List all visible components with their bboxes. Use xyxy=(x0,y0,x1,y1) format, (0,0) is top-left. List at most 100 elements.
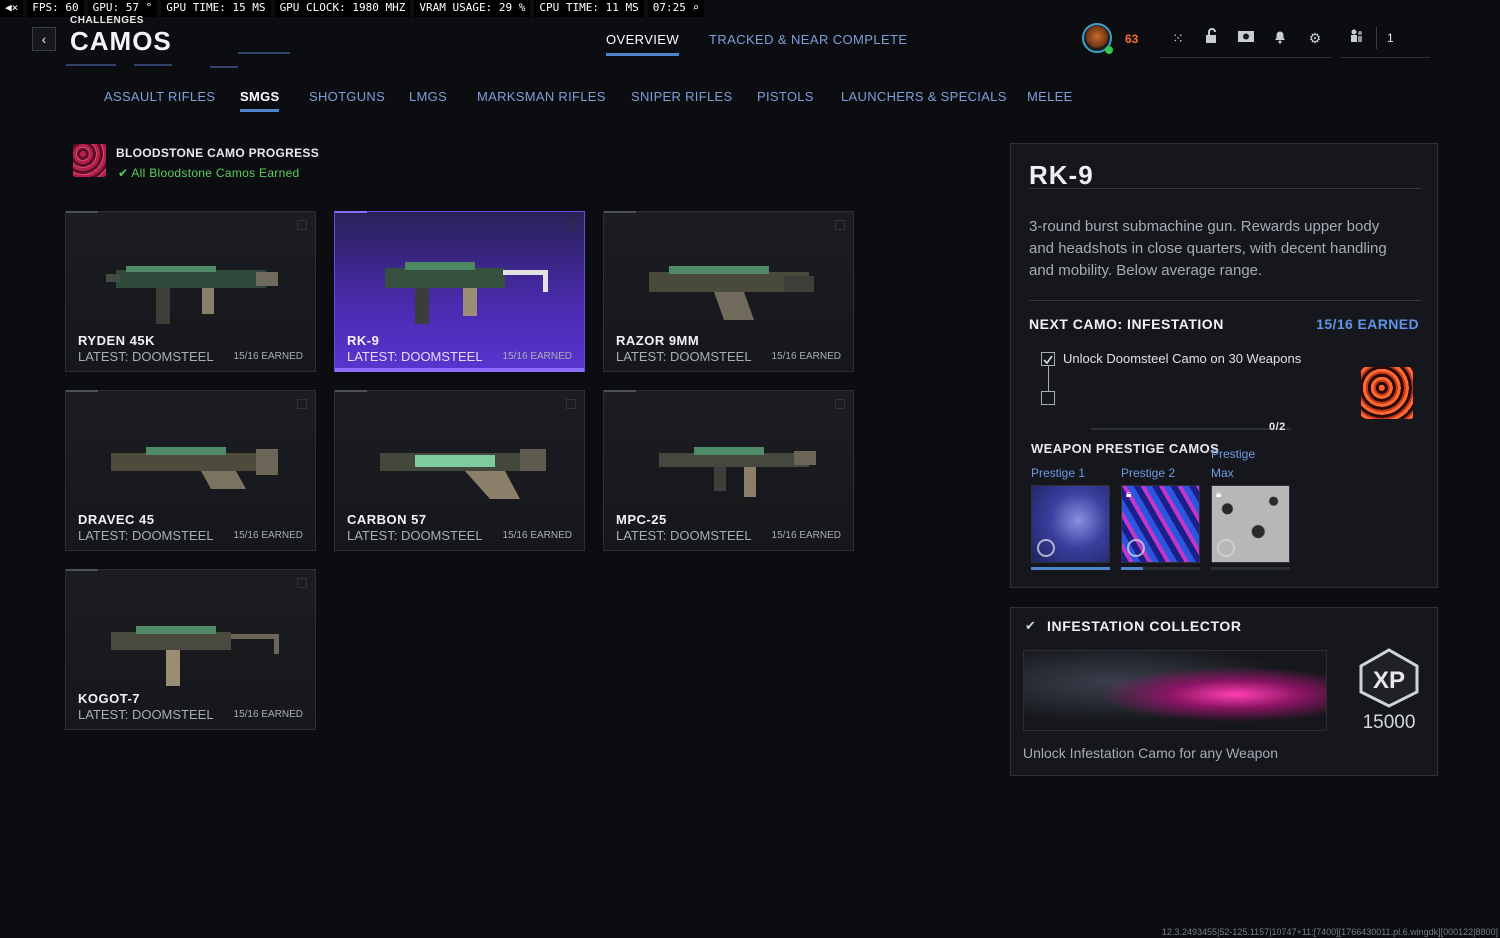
title-decoration xyxy=(134,64,172,66)
title-decoration xyxy=(66,64,116,66)
party-count: 1 xyxy=(1387,31,1394,45)
bloodstone-progress-status: ✔ All Bloodstone Camos Earned xyxy=(118,166,300,180)
weapon-card-carbon-57[interactable]: CARBON 57 LATEST: DOOMSTEEL 15/16 EARNED xyxy=(334,390,585,551)
infestation-camo-thumbnail xyxy=(1361,367,1413,419)
tab-shotguns[interactable]: SHOTGUNS xyxy=(309,89,385,104)
header-divider xyxy=(1376,27,1377,49)
latest-camo: LATEST: DOOMSTEEL xyxy=(347,349,483,364)
prestige-emblem-icon xyxy=(1217,539,1235,557)
bell-icon[interactable] xyxy=(1270,28,1290,48)
clock-readout: 07:25 ⌕ xyxy=(647,0,705,17)
tab-tracked-near-complete[interactable]: TRACKED & NEAR COMPLETE xyxy=(709,32,907,47)
task-checkbox-empty xyxy=(1041,391,1055,405)
header-underline xyxy=(1160,57,1332,58)
weapon-card-razor-9mm[interactable]: RAZOR 9MM LATEST: DOOMSTEEL 15/16 EARNED xyxy=(603,211,854,372)
tab-lmgs[interactable]: LMGS xyxy=(409,89,447,104)
tab-assault-rifles[interactable]: ASSAULT RIFLES xyxy=(104,89,215,104)
prestige-1-camo[interactable] xyxy=(1031,485,1110,563)
weapon-card-mpc-25[interactable]: MPC-25 LATEST: DOOMSTEEL 15/16 EARNED xyxy=(603,390,854,551)
next-camo-label: NEXT CAMO: INFESTATION xyxy=(1029,316,1224,332)
task-connector xyxy=(1048,366,1049,391)
section-label: CHALLENGES xyxy=(70,15,144,26)
collector-title: INFESTATION COLLECTOR xyxy=(1047,618,1242,634)
tab-overview[interactable]: OVERVIEW xyxy=(606,32,680,56)
latest-camo: LATEST: DOOMSTEEL xyxy=(78,707,214,722)
prestige-max-label: Max xyxy=(1211,466,1234,480)
player-level: 63 xyxy=(1125,32,1139,46)
divider xyxy=(1029,188,1421,189)
weapon-image xyxy=(385,262,548,324)
lock-icon: 🔒︎ xyxy=(1126,489,1132,500)
weapon-card-dravec-45[interactable]: DRAVEC 45 LATEST: DOOMSTEEL 15/16 EARNED xyxy=(65,390,316,551)
party-icon[interactable] xyxy=(1347,28,1367,48)
weapon-name: DRAVEC 45 xyxy=(78,512,155,527)
task-description: Unlock Doomsteel Camo on 30 Weapons xyxy=(1063,351,1302,366)
tab-smgs[interactable]: SMGS xyxy=(240,89,280,112)
earned-count: 15/16 EARNED xyxy=(233,351,303,362)
prestige-emblem-icon xyxy=(1127,539,1145,557)
mute-icon: ◀× xyxy=(0,0,24,17)
tab-melee[interactable]: MELEE xyxy=(1027,89,1073,104)
next-camo-earned: 15/16 EARNED xyxy=(1316,316,1419,332)
prestige-max-camo[interactable]: 🔒︎ xyxy=(1211,485,1290,563)
bloodstone-camo-icon xyxy=(73,144,106,177)
weapon-image xyxy=(380,449,546,499)
prestige-1-label: Prestige 1 xyxy=(1031,466,1086,480)
weapon-image xyxy=(111,626,279,686)
gear-icon[interactable]: ⚙ xyxy=(1305,28,1325,48)
gpu-time-readout: GPU TIME: 15 MS xyxy=(161,0,271,17)
cpu-time-readout: CPU TIME: 11 MS xyxy=(534,0,644,17)
weapon-image xyxy=(106,266,278,324)
latest-camo: LATEST: DOOMSTEEL xyxy=(616,349,752,364)
divider xyxy=(1029,300,1421,301)
xp-reward-value: 15000 xyxy=(1362,712,1416,733)
svg-text:XP: XP xyxy=(1373,667,1405,694)
tab-marksman-rifles[interactable]: MARKSMAN RIFLES xyxy=(477,89,606,104)
progress-fill xyxy=(1121,567,1144,570)
earned-count: 15/16 EARNED xyxy=(771,351,841,362)
earned-count: 15/16 EARNED xyxy=(771,530,841,541)
weapon-card-ryden-45k[interactable]: RYDEN 45K LATEST: DOOMSTEEL 15/16 EARNED xyxy=(65,211,316,372)
infestation-collector-panel[interactable]: ✔ INFESTATION COLLECTOR XP 15000 Unlock … xyxy=(1010,607,1438,776)
bloodstone-progress-title: BLOODSTONE CAMO PROGRESS xyxy=(116,146,319,160)
tab-launchers-specials[interactable]: LAUNCHERS & SPECIALS xyxy=(841,89,1007,104)
prestige-2-camo[interactable]: 🔒︎ xyxy=(1121,485,1200,563)
weapon-name: KOGOT-7 xyxy=(78,691,141,706)
title-decoration xyxy=(210,66,238,68)
prestige-1-progress xyxy=(1031,567,1110,570)
latest-camo: LATEST: DOOMSTEEL xyxy=(78,528,214,543)
weapon-name: RAZOR 9MM xyxy=(616,333,700,348)
lock-icon: 🔒︎ xyxy=(1216,489,1222,500)
gpu-clock-readout: GPU CLOCK: 1980 MHZ xyxy=(274,0,411,17)
check-icon: ✔ xyxy=(1025,618,1036,633)
header-underline xyxy=(1340,57,1430,58)
vram-readout: VRAM USAGE: 29 % xyxy=(414,0,531,17)
task-progress: 0/2 xyxy=(1269,421,1286,433)
earned-count: 15/16 EARNED xyxy=(233,530,303,541)
weapon-detail-panel: RK-9 3-round burst submachine gun. Rewar… xyxy=(1010,143,1438,588)
weapon-image xyxy=(659,447,816,497)
task-progress-bar xyxy=(1091,428,1291,430)
check-icon xyxy=(1043,355,1053,365)
grid-icon[interactable]: ⁙ xyxy=(1168,28,1188,48)
collector-artwork xyxy=(1023,650,1327,731)
weapon-card-kogot-7[interactable]: KOGOT-7 LATEST: DOOMSTEEL 15/16 EARNED xyxy=(65,569,316,730)
prestige-max-progress xyxy=(1211,567,1290,570)
collector-description: Unlock Infestation Camo for any Weapon xyxy=(1023,745,1278,761)
weapon-name: MPC-25 xyxy=(616,512,667,527)
back-button[interactable]: ‹ xyxy=(32,27,56,51)
prestige-camos-label: WEAPON PRESTIGE CAMOS xyxy=(1031,441,1220,456)
weapon-description: 3-round burst submachine gun. Rewards up… xyxy=(1029,218,1387,279)
unlock-icon[interactable] xyxy=(1202,28,1222,48)
tab-pistols[interactable]: PISTOLS xyxy=(757,89,814,104)
latest-camo: LATEST: DOOMSTEEL xyxy=(347,528,483,543)
tab-sniper-rifles[interactable]: SNIPER RIFLES xyxy=(631,89,732,104)
online-status-dot xyxy=(1105,46,1113,54)
chevron-left-icon: ‹ xyxy=(41,31,47,47)
camera-icon[interactable] xyxy=(1236,28,1256,48)
weapon-name: CARBON 57 xyxy=(347,512,427,527)
prestige-2-label: Prestige 2 xyxy=(1121,466,1176,480)
weapon-card-rk-9[interactable]: RK-9 LATEST: DOOMSTEEL 15/16 EARNED xyxy=(334,211,585,372)
xp-badge-icon: XP xyxy=(1357,648,1421,708)
latest-camo: LATEST: DOOMSTEEL xyxy=(616,528,752,543)
